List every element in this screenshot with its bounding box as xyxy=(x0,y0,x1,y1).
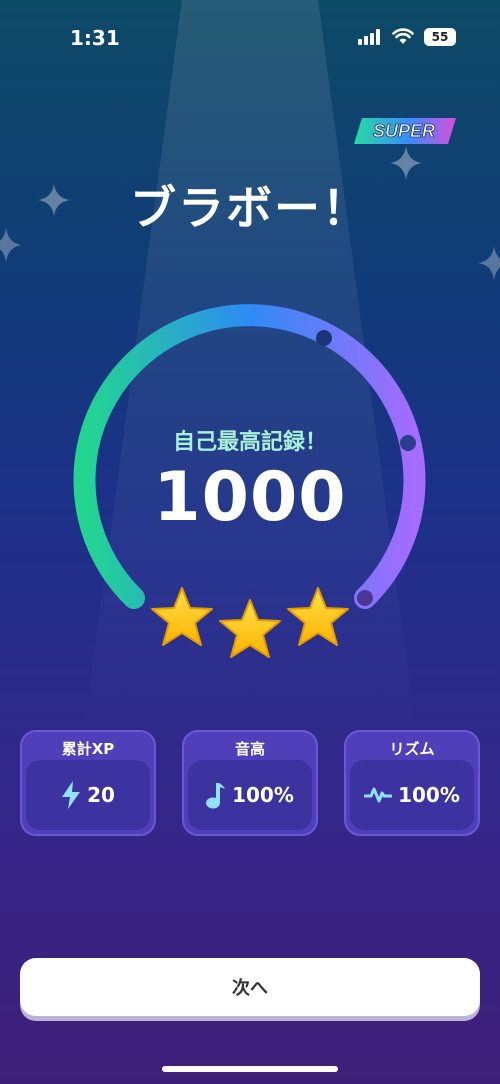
sparkle-icon xyxy=(478,246,500,280)
super-badge-label: SUPER xyxy=(373,121,435,141)
stats-row: 累計XP 20 音高 100% リズム 100% xyxy=(20,730,480,836)
super-badge: SUPER xyxy=(354,118,456,144)
gauge-marker xyxy=(316,330,332,346)
music-note-icon xyxy=(206,783,226,809)
stat-value: 100% xyxy=(232,783,294,807)
signal-icon xyxy=(358,29,380,45)
star-rating xyxy=(151,587,349,658)
home-indicator[interactable] xyxy=(162,1066,338,1072)
personal-best-label: 自己最高記録！ xyxy=(172,430,327,455)
stat-body: 100% xyxy=(188,760,312,830)
star-icon xyxy=(219,599,281,658)
stat-value: 100% xyxy=(398,783,460,807)
stat-label: リズム xyxy=(389,740,435,758)
stat-body: 100% xyxy=(350,760,474,830)
stat-label: 音高 xyxy=(234,740,265,758)
gauge-marker xyxy=(357,590,373,606)
next-button[interactable]: 次へ xyxy=(20,958,480,1016)
stat-card-pitch: 音高 100% xyxy=(182,730,318,836)
wifi-icon xyxy=(392,28,414,44)
stat-value: 20 xyxy=(87,783,115,807)
stat-body: 20 xyxy=(26,760,150,830)
status-time: 1:31 xyxy=(70,26,120,50)
battery-indicator: 55 xyxy=(424,28,456,46)
star-icon xyxy=(287,587,349,646)
status-bar: 1:31 55 xyxy=(0,0,500,76)
pulse-icon xyxy=(364,787,393,803)
stat-card-rhythm: リズム 100% xyxy=(344,730,480,836)
lightning-icon xyxy=(62,781,81,809)
star-icon xyxy=(151,587,213,646)
stat-label: 累計XP xyxy=(61,740,115,758)
result-title: ブラボー！ xyxy=(130,181,370,235)
stat-card-xp: 累計XP 20 xyxy=(20,730,156,836)
score-value: 1000 xyxy=(153,458,347,537)
gauge-arc xyxy=(73,304,426,609)
